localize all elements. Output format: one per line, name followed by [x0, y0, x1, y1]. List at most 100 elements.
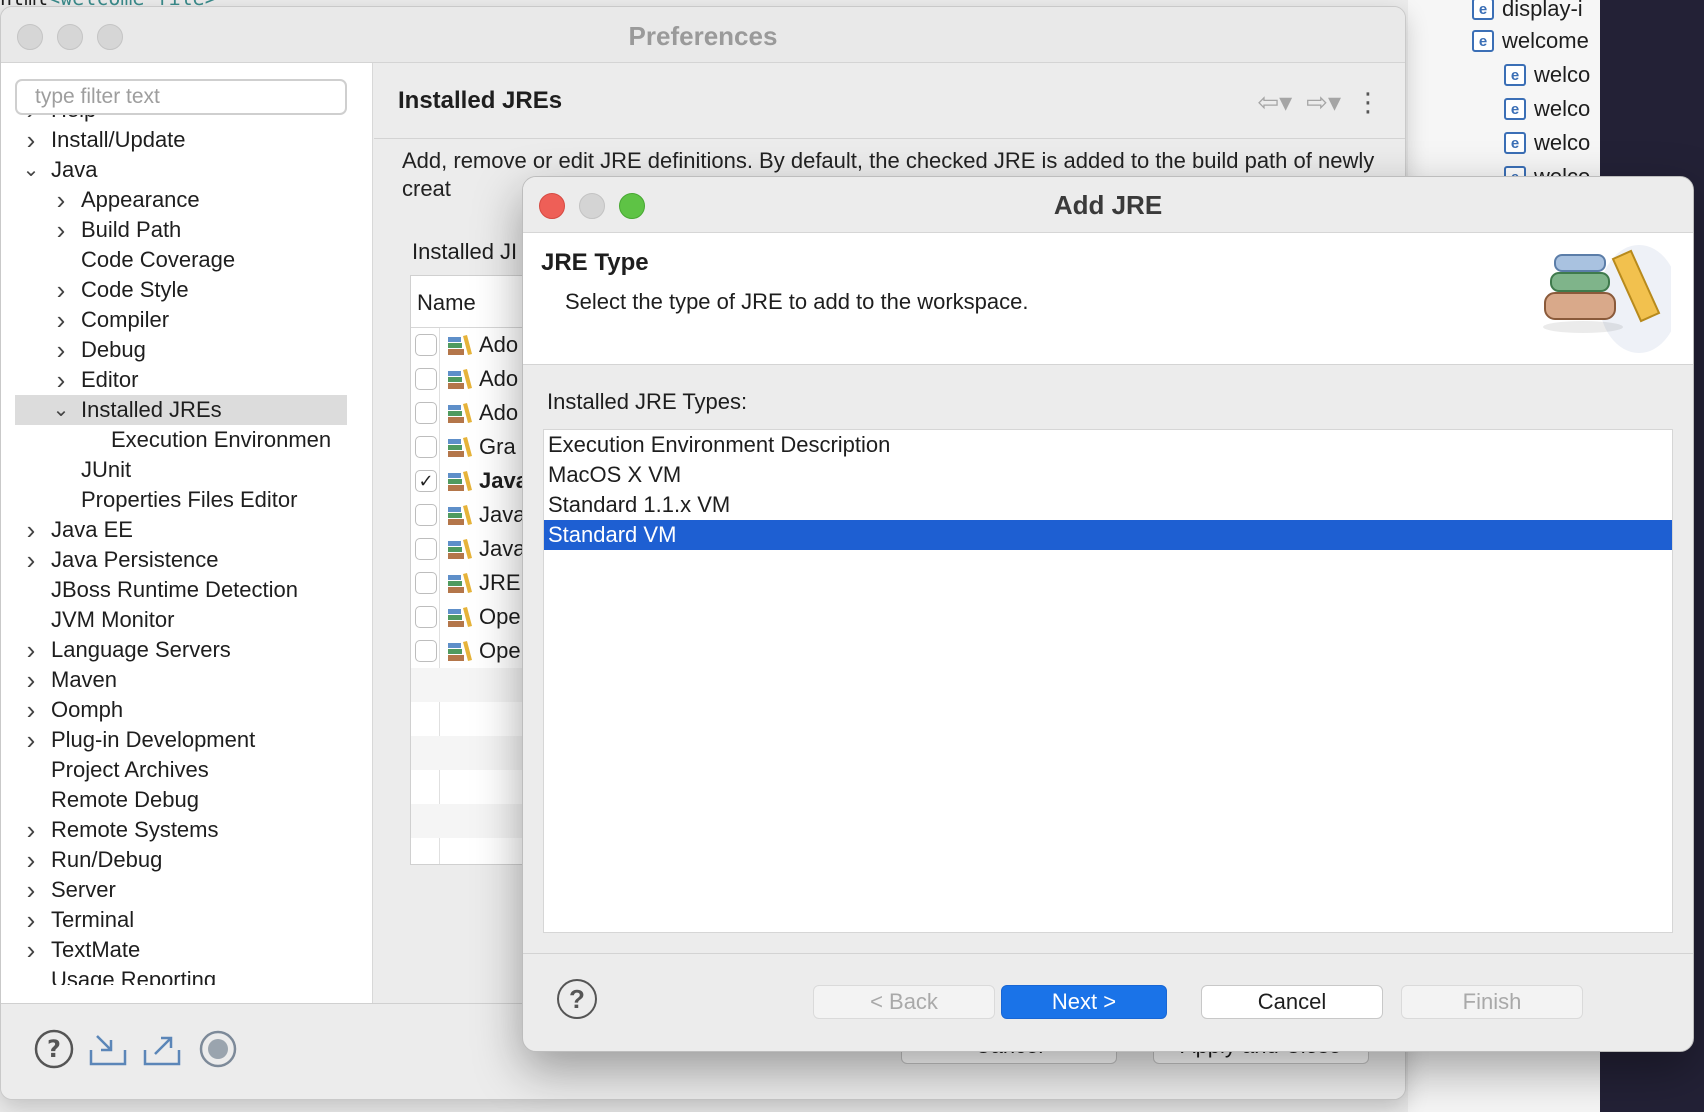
tree-item[interactable]: ›Usage Reporting — [15, 965, 347, 985]
jre-checkbox[interactable] — [415, 504, 437, 526]
jre-checkbox[interactable] — [415, 572, 437, 594]
tree-item[interactable]: › Editor — [15, 365, 347, 395]
tree-item[interactable]: › Java Persistence — [15, 545, 347, 575]
project-item[interactable]: e display-i — [1472, 0, 1583, 22]
jre-checkbox[interactable] — [415, 538, 437, 560]
dialog-cancel-button[interactable]: Cancel — [1201, 985, 1383, 1019]
jre-books-icon — [447, 640, 473, 662]
tree-item[interactable]: ⌄ Installed JREs — [15, 395, 347, 425]
back-button[interactable]: < Back — [813, 985, 995, 1019]
tree-item[interactable]: ›JBoss Runtime Detection — [15, 575, 347, 605]
jre-checkbox[interactable]: ✓ — [415, 470, 437, 492]
tree-item-label: Plug-in Development — [51, 727, 256, 752]
tree-item[interactable]: ›Remote Debug — [15, 785, 347, 815]
next-button[interactable]: Next > — [1001, 985, 1167, 1019]
tree-item-label: Java EE — [51, 517, 133, 542]
chevron-right-icon[interactable]: › — [15, 935, 47, 965]
jre-checkbox[interactable] — [415, 606, 437, 628]
finish-button[interactable]: Finish — [1401, 985, 1583, 1019]
chevron-right-icon[interactable]: › — [15, 515, 47, 545]
chevron-right-icon[interactable]: › — [15, 875, 47, 905]
tree-item[interactable]: › TextMate — [15, 935, 347, 965]
jre-type-item[interactable]: Standard VM — [544, 520, 1672, 550]
tree-item-label: Editor — [81, 367, 139, 392]
chevron-right-icon[interactable]: › — [15, 635, 47, 665]
jre-checkbox[interactable] — [415, 640, 437, 662]
tree-item[interactable]: ›Project Archives — [15, 755, 347, 785]
forward-arrow-icon[interactable]: ⇨▾ — [1306, 87, 1341, 118]
stop-icon[interactable] — [197, 1028, 239, 1070]
export-icon[interactable] — [141, 1028, 183, 1070]
help-icon[interactable]: ? — [33, 1028, 75, 1070]
tree-item[interactable]: › Maven — [15, 665, 347, 695]
jre-type-item[interactable]: MacOS X VM — [544, 460, 1672, 490]
tree-item-label: Project Archives — [51, 757, 209, 782]
chevron-right-icon[interactable]: › — [45, 275, 77, 305]
jre-checkbox[interactable] — [415, 334, 437, 356]
tree-item[interactable]: › Oomph — [15, 695, 347, 725]
tree-item[interactable]: › Java EE — [15, 515, 347, 545]
filter-input[interactable]: type filter text — [15, 79, 347, 115]
project-item[interactable]: ewelco — [1504, 96, 1590, 122]
chevron-right-icon[interactable]: › — [15, 905, 47, 935]
tree-item[interactable]: › Server — [15, 875, 347, 905]
dialog-help-button[interactable]: ? — [557, 979, 597, 1019]
tree-item[interactable]: ›Code Coverage — [15, 245, 347, 275]
chevron-right-icon[interactable]: › — [45, 185, 77, 215]
tree-item[interactable]: › Debug — [15, 335, 347, 365]
chevron-right-icon[interactable]: › — [45, 215, 77, 245]
tree-item[interactable]: › Language Servers — [15, 635, 347, 665]
tree-item[interactable]: › Build Path — [15, 215, 347, 245]
dialog-titlebar: Add JRE — [523, 177, 1693, 233]
chevron-right-icon[interactable]: › — [15, 725, 47, 755]
project-item[interactable]: ewelco — [1504, 130, 1590, 156]
chevron-right-icon[interactable]: › — [15, 845, 47, 875]
project-item-label: welco — [1534, 62, 1591, 87]
import-icon[interactable] — [87, 1028, 129, 1070]
tree-item[interactable]: ⌄ Java — [15, 155, 347, 185]
tree-item-label: JBoss Runtime Detection — [51, 577, 298, 602]
jre-checkbox[interactable] — [415, 436, 437, 458]
tree-item[interactable]: ›JVM Monitor — [15, 605, 347, 635]
project-item-label: welco — [1534, 130, 1591, 155]
tree-item[interactable]: ›Properties Files Editor — [15, 485, 347, 515]
chevron-right-icon[interactable]: › — [15, 545, 47, 575]
tree-item-label: Java Persistence — [51, 547, 219, 572]
tree-item[interactable]: › Compiler — [15, 305, 347, 335]
chevron-down-icon[interactable]: ⌄ — [15, 155, 47, 185]
chevron-right-icon[interactable]: › — [15, 815, 47, 845]
tree-item[interactable]: › Plug-in Development — [15, 725, 347, 755]
jre-type-item[interactable]: Standard 1.1.x VM — [544, 490, 1672, 520]
tree-item[interactable]: › Code Style — [15, 275, 347, 305]
wizard-subtitle: Select the type of JRE to add to the wor… — [565, 289, 1029, 314]
tree-item-label: Installed JREs — [81, 397, 222, 422]
jre-name: Ado — [479, 400, 519, 425]
jre-types-list[interactable]: Execution Environment Description MacOS X… — [543, 429, 1673, 933]
tree-item[interactable]: ›Execution Environmen — [15, 425, 347, 455]
tree-item[interactable]: ›JUnit — [15, 455, 347, 485]
project-item[interactable]: ewelco — [1504, 62, 1590, 88]
chevron-right-icon[interactable]: › — [45, 335, 77, 365]
name-column-header[interactable]: Name — [417, 290, 476, 316]
tree-item-label: Compiler — [81, 307, 170, 332]
chevron-right-icon[interactable]: › — [45, 305, 77, 335]
tree-item-label: Remote Debug — [51, 787, 199, 812]
back-arrow-icon[interactable]: ⇦▾ — [1257, 87, 1292, 118]
tree-item[interactable]: › Appearance — [15, 185, 347, 215]
tree-item[interactable]: › Run/Debug — [15, 845, 347, 875]
tree-item[interactable]: › Install/Update — [15, 125, 347, 155]
chevron-right-icon[interactable]: › — [15, 695, 47, 725]
project-item[interactable]: ⌄ewelcome — [1472, 28, 1589, 54]
jre-checkbox[interactable] — [415, 402, 437, 424]
tree-item[interactable]: › Remote Systems — [15, 815, 347, 845]
jre-types-label: Installed JRE Types: — [547, 389, 748, 414]
chevron-right-icon[interactable]: › — [45, 365, 77, 395]
tree-item[interactable]: › Terminal — [15, 905, 347, 935]
jre-type-item[interactable]: Execution Environment Description — [544, 430, 1672, 460]
more-options-icon[interactable]: ⋮ — [1355, 87, 1381, 118]
chevron-down-icon[interactable]: ⌄ — [45, 395, 77, 425]
chevron-right-icon[interactable]: › — [15, 125, 47, 155]
chevron-right-icon[interactable]: › — [15, 665, 47, 695]
jre-name: Java — [479, 468, 528, 493]
jre-checkbox[interactable] — [415, 368, 437, 390]
